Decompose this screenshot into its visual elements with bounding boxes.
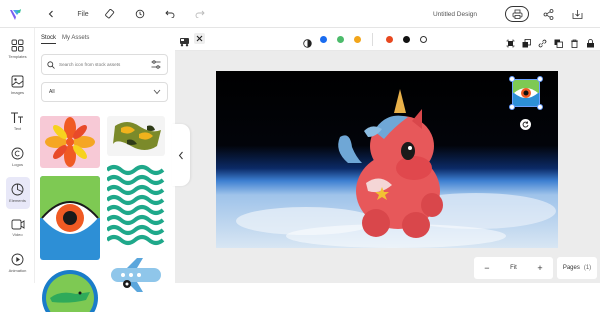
share-icon[interactable] [540,0,556,28]
history-icon[interactable] [133,0,147,28]
asset-thumb-badge[interactable] [40,268,100,312]
download-icon[interactable] [569,0,585,28]
selected-eye-element[interactable] [512,79,540,107]
rail-item-logos[interactable]: Logos [0,140,35,174]
tab-stock[interactable]: Stock [41,35,57,44]
color-swatch-blue[interactable] [320,36,327,43]
undo-icon[interactable] [163,0,177,28]
copyright-icon [11,147,24,160]
filter-icon[interactable] [151,60,161,69]
asset-thumb-plane[interactable] [107,256,165,294]
chevron-down-icon [153,89,161,95]
back-icon[interactable] [44,0,58,28]
panel-tabs: Stock My Assets [41,35,89,44]
search-input[interactable] [59,62,149,67]
rail-label: Animation [8,268,27,273]
templates-icon [11,39,24,52]
zoom-control: − Fit + [474,257,553,279]
zoom-out-button[interactable]: − [484,263,489,273]
lock-icon[interactable] [586,35,595,53]
left-rail: Templates Images Text Logos Elements Vid… [0,28,35,283]
category-dropdown[interactable]: All [41,82,168,102]
elements-icon [11,183,24,196]
rail-active-highlight: Elements [5,177,30,209]
rail-item-text[interactable]: Text [0,104,35,138]
rail-label: Video [12,232,23,237]
video-icon [11,219,24,230]
rail-item-animation[interactable]: Animation [0,246,35,280]
rail-item-images[interactable]: Images [0,68,35,102]
zoom-level[interactable]: Fit [510,265,517,271]
asset-thumb-waves[interactable] [107,162,165,248]
asset-panel: Stock My Assets All [35,28,175,312]
layer-icon[interactable] [522,35,531,53]
color-swatch-green[interactable] [337,36,344,43]
crop-icon[interactable] [506,35,515,53]
app-logo-icon[interactable] [6,0,24,28]
search-box [41,54,168,75]
trash-icon[interactable] [570,35,579,53]
close-icon[interactable] [194,33,205,44]
rail-item-templates[interactable]: Templates [0,32,35,66]
category-dropdown-value: All [49,89,55,95]
crocodile-badge-image [42,270,98,312]
document-title-label: Untitled Design [432,10,478,18]
asset-thumb-camo[interactable] [107,116,165,156]
color-swatch-white[interactable] [420,36,427,43]
rail-label: Text [13,126,22,131]
chevron-left-icon [178,151,183,159]
rail-item-video[interactable]: Video [0,211,35,245]
pages-label: Pages [562,265,580,271]
pages-button[interactable]: Pages (1) [557,257,597,279]
link-icon[interactable] [538,35,547,53]
rotate-handle[interactable] [520,119,531,130]
eye-illustration-image [40,176,100,234]
resize-handle-top-left[interactable] [509,76,515,82]
eye-sticker-image [513,80,539,106]
redo-icon[interactable] [193,0,207,28]
airplane-illustration-image [111,258,161,292]
duplicate-icon[interactable] [554,35,563,53]
play-circle-icon [11,253,24,266]
resize-handle-bottom-left[interactable] [509,104,515,110]
search-icon [47,60,55,69]
resize-handle-bottom-right[interactable] [537,104,543,110]
contrast-icon[interactable] [303,35,312,53]
top-bar: File Untitled Design [0,0,600,28]
design-canvas[interactable] [216,71,558,248]
context-toolbar [175,28,600,51]
document-title[interactable]: Untitled Design [420,0,490,28]
unicorn-space-image [216,71,558,248]
zoom-in-button[interactable]: + [537,263,542,273]
color-swatch-black[interactable] [403,36,410,43]
bus-icon[interactable] [179,34,190,52]
pages-count: (1) [583,265,592,271]
print-button[interactable] [505,6,529,22]
camo-pattern-image [113,122,161,150]
file-menu-label: File [77,10,89,18]
resize-handle-top-right[interactable] [537,76,543,82]
image-icon [11,75,24,88]
printer-icon [512,9,522,19]
color-swatch-orange[interactable] [354,36,361,43]
collapse-panel-button[interactable] [172,124,190,186]
text-icon [11,112,23,123]
rail-label: Images [10,90,25,95]
rail-item-elements[interactable]: Elements [0,176,35,210]
rail-label: Templates [8,54,27,59]
eraser-icon[interactable] [103,0,117,28]
rail-label: Elements [9,198,26,203]
color-swatch-red[interactable] [386,36,393,43]
rotate-icon [522,121,529,128]
wave-pattern-image [107,165,165,245]
asset-thumb-eye[interactable] [40,176,100,260]
toolbar-divider [372,33,373,46]
rail-label: Logos [12,162,23,167]
file-menu[interactable]: File [72,0,94,28]
tab-my-assets[interactable]: My Assets [62,35,89,44]
asset-thumb-flower[interactable] [40,116,100,168]
flower-pattern-image [45,117,95,167]
